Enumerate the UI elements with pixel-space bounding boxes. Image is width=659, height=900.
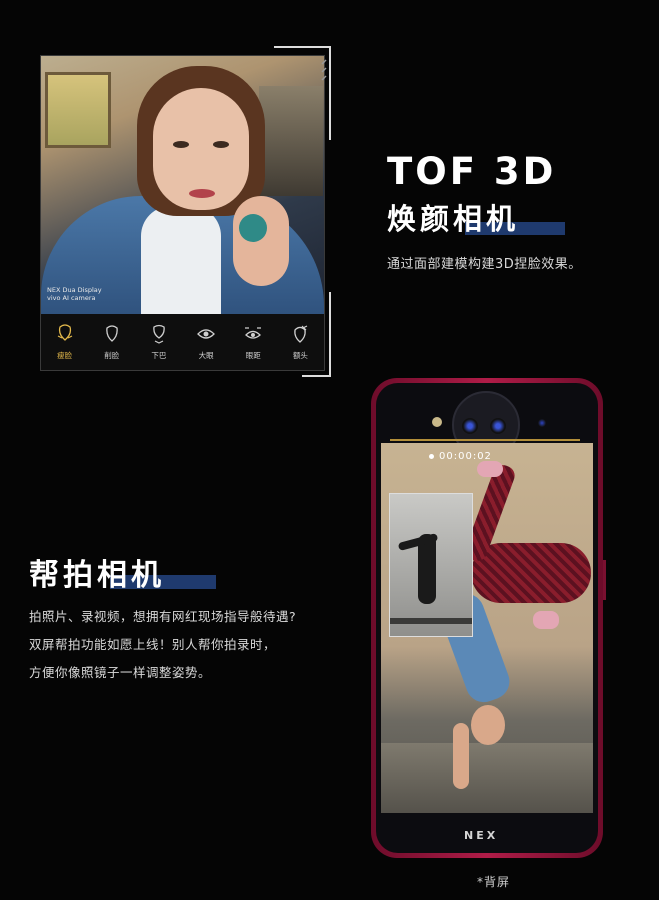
tool-label: 瘦脸 [57,351,73,360]
hand [233,196,289,286]
tof-title-zh: 焕颜相机 [387,202,520,236]
helper-camera-title: 帮拍相机 [29,558,165,593]
side-button [603,560,606,600]
tool-label: 大眼 [198,351,214,360]
tool-slim-face[interactable]: 瘦脸 [41,314,88,370]
tool-label: 眼距 [245,351,261,360]
recording-timer: 00:00:02 [439,451,492,462]
paint-brush [239,214,267,242]
sneaker [477,461,503,477]
leggings [471,543,591,603]
recording-dot-icon [429,454,434,459]
phone-back-screen-area: 00:00:02 NEX [376,383,598,853]
photo-watermark: NEX Dua Display vivo AI camera [47,286,137,302]
corner-bracket-top-right [274,46,331,140]
tool-eye-distance[interactable]: 眼距 [230,314,277,370]
slim-face-icon [57,324,72,341]
helper-description-line-3: 方便你像照镜子一样调整姿势。 [29,665,212,680]
sneaker [533,611,559,629]
camera-lens-icon [490,418,506,434]
phone-back: 00:00:02 NEX [371,378,603,858]
beauty-toolbar: 瘦脸 削脸 下巴 大眼 眼距 额头 [41,314,324,370]
helper-description-line-1: 拍照片、录视频，想拥有网红现场指导般待遇? [29,609,297,624]
tof-description: 通过面部建模构建3D捏脸效果。 [387,257,582,272]
tool-chin[interactable]: 下巴 [135,314,182,370]
camera-lens-icon [462,418,478,434]
big-eye-icon [197,329,216,339]
flash-icon [432,417,442,427]
footnote: *背屏 [477,875,511,889]
head [471,705,505,745]
ground [381,743,593,813]
white-shirt [141,206,221,314]
tool-face-contour[interactable]: 削脸 [88,314,135,370]
lips [189,189,215,198]
face-contour-icon [105,325,118,342]
arm [453,723,469,789]
tool-label: 下巴 [151,351,167,360]
corner-bracket-bottom-right [302,292,331,377]
tof-title-en: TOF 3D [387,150,557,193]
pose-reference-preview[interactable] [389,493,473,637]
tof-sensor-icon [538,419,546,427]
watermark-line-2: vivo AI camera [47,294,96,302]
left-eye [173,141,189,148]
yoga-mat [390,618,472,624]
right-eye [213,141,229,148]
rear-screen-display: 00:00:02 [381,443,593,813]
eye-distance-icon [245,327,262,339]
painting-background [45,72,111,148]
watermark-line-1: NEX Dua Display [47,286,102,294]
tool-big-eye[interactable]: 大眼 [183,314,230,370]
chin-icon [153,324,165,344]
helper-description-line-2: 双屏帮拍功能如愿上线！别人帮你拍录时， [29,637,277,652]
tool-label: 削脸 [104,351,120,360]
nex-logo: NEX [464,829,499,842]
gold-accent-line [390,439,580,441]
